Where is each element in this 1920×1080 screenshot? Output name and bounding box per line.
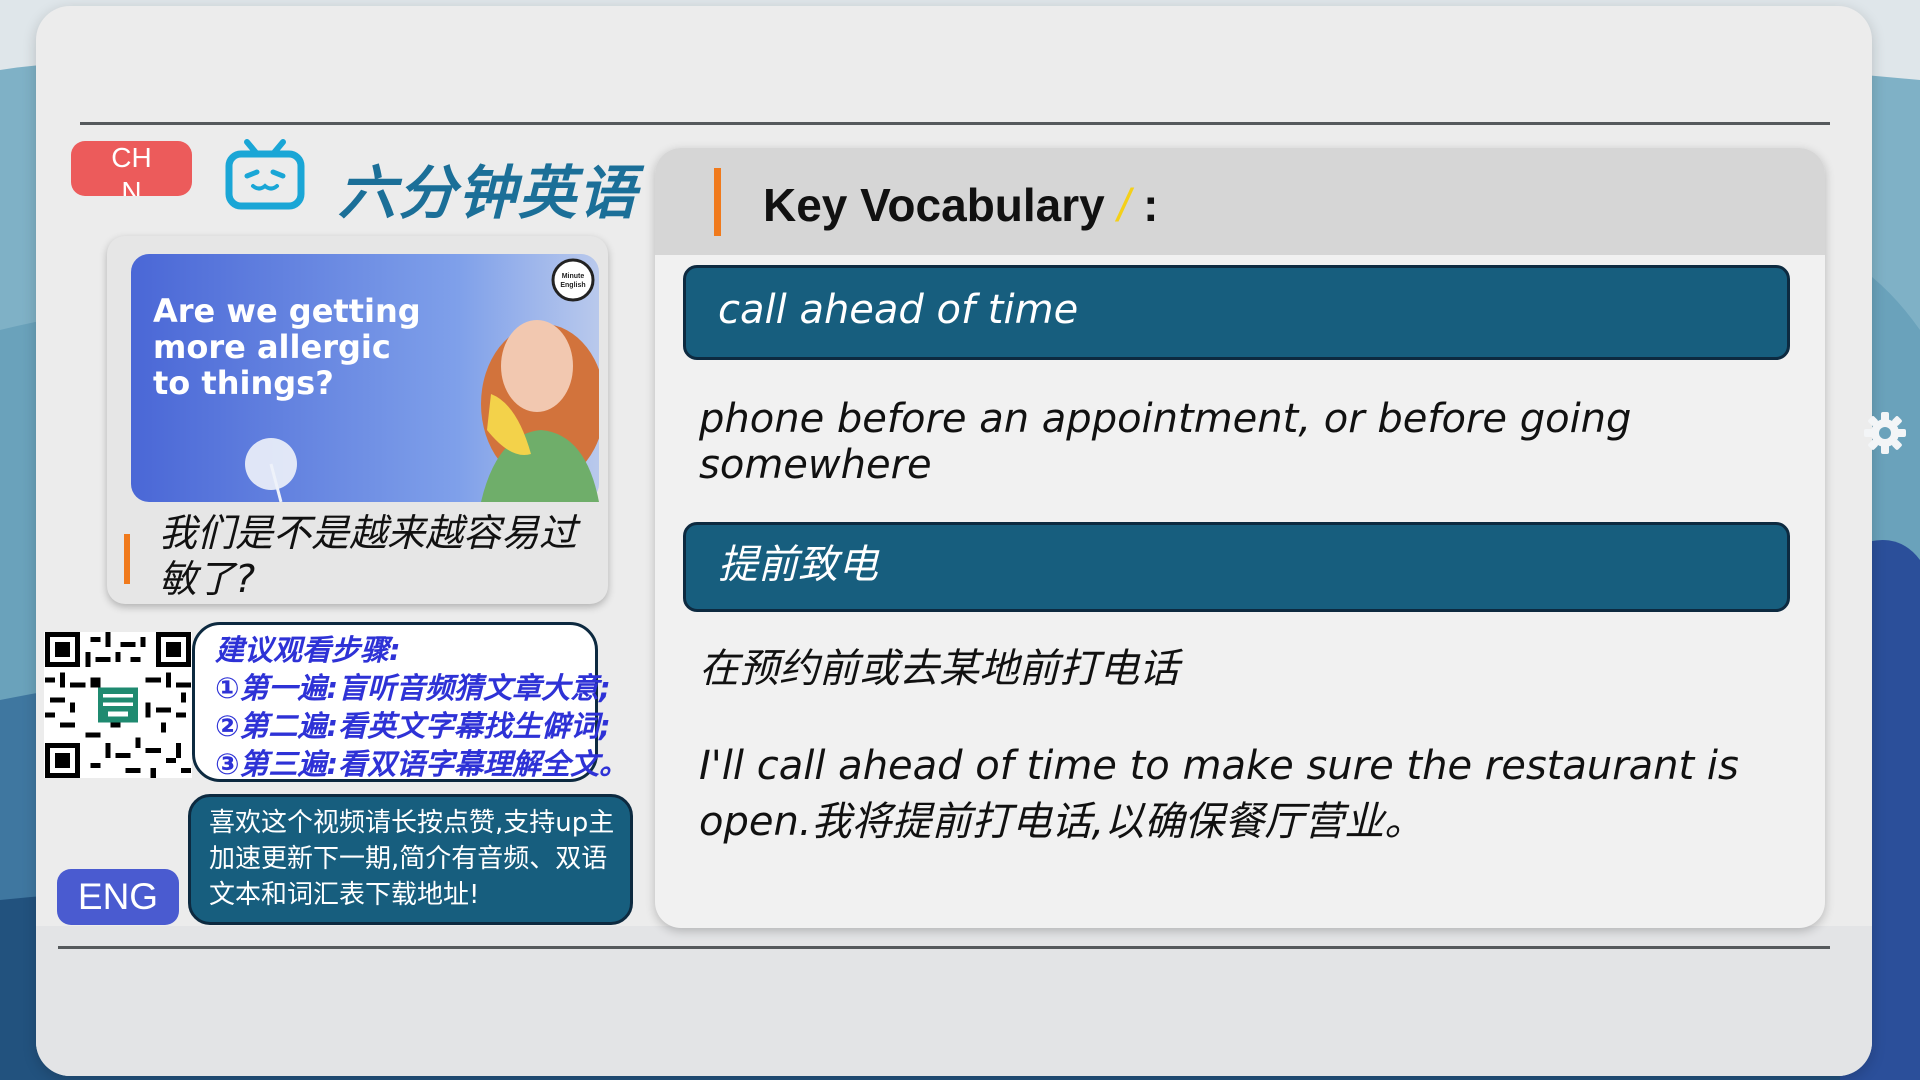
step-3: ③第三遍:看双语字幕理解全文。 [215,747,629,781]
thumbnail-headline-3: to things? [153,364,334,402]
badge-line-2: English [560,282,585,289]
caption-accent-bar [124,534,130,584]
brand-title: 六分钟英语 [338,159,639,227]
definition-chinese: 在预约前或去某地前打电话 [699,646,1179,692]
episode-thumbnail[interactable]: Minute English Are we getting more aller… [131,254,599,502]
thumbnail-headline-1: Are we getting [153,292,421,330]
qr-code[interactable] [44,632,192,778]
vocabulary-title-colon: : [1143,179,1159,231]
vocabulary-accent-bar [714,168,721,236]
step-2: ②第二遍:看英文字幕找生僻词; [215,709,611,743]
thumbnail-headline-2: more allergic [153,328,391,366]
episode-caption: 我们是不是越来越容易过敏了? [159,511,578,601]
vocabulary-panel: Key Vocabulary / : call ahead of time ph… [655,148,1825,928]
like-support-message: 喜欢这个视频请长按点赞,支持up主加速更新下一期,简介有音频、双语文本和词汇表下… [188,794,633,925]
definition-english: phone before an appointment, or before g… [699,396,1632,488]
steps-title: 建议观看步骤: [215,633,401,667]
chn-button-label: CHN [111,142,152,196]
example-sentence: I'll call ahead of time to make sure the… [699,743,1739,845]
term-chinese-bar: 提前致电 [683,522,1790,612]
term-english-bar: call ahead of time [683,265,1790,360]
eng-language-button[interactable]: ENG [57,869,179,925]
vocabulary-title: Key Vocabulary / : [763,178,1158,232]
badge-line-1: Minute [562,273,585,280]
vocabulary-title-mark: / [1117,179,1131,231]
step-1: ①第一遍:盲听音频猜文章大意; [215,671,611,705]
bottom-divider [58,946,1830,949]
episode-card[interactable]: Minute English Are we getting more aller… [107,236,608,604]
gear-icon[interactable] [1862,410,1908,456]
chn-language-button[interactable]: CHN [71,141,192,196]
top-divider [80,122,1830,125]
viewing-steps-box: 建议观看步骤: ①第一遍:盲听音频猜文章大意; ②第二遍:看英文字幕找生僻词; … [192,622,629,782]
tv-icon [225,139,305,210]
vocabulary-title-text: Key Vocabulary [763,179,1105,231]
